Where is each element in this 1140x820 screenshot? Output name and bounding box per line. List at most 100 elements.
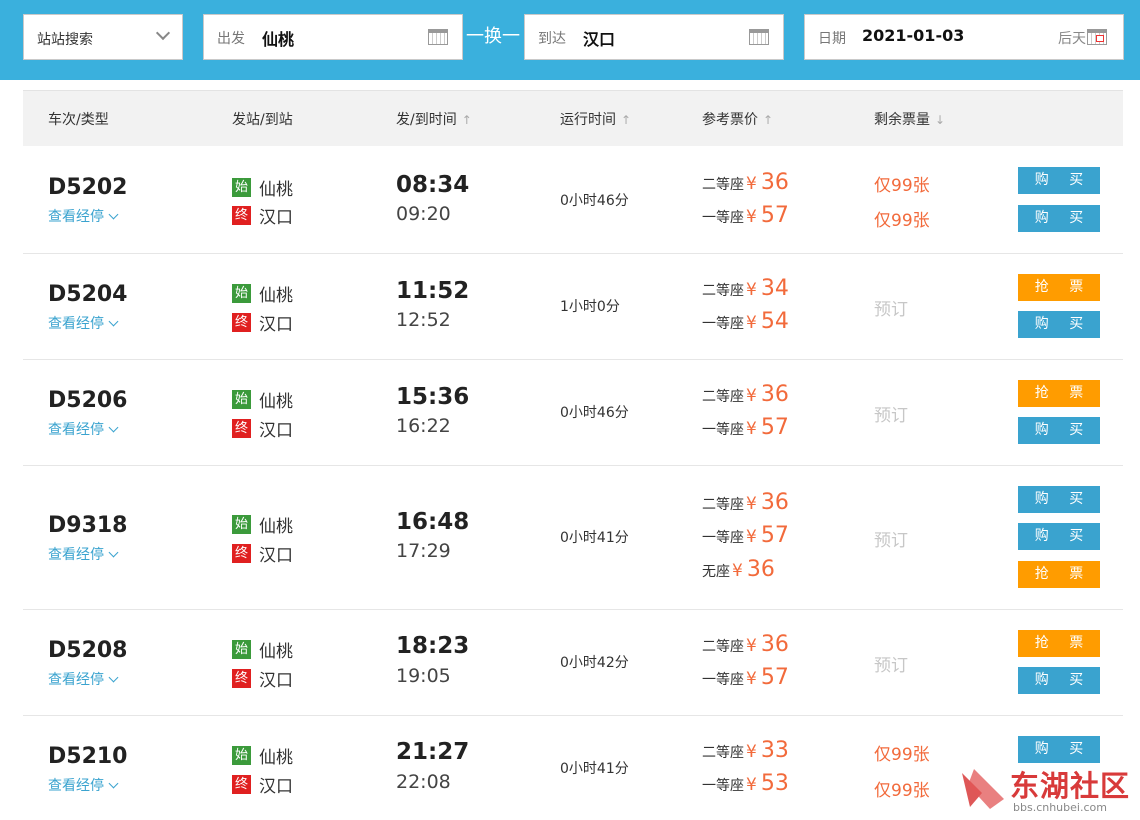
- buy-button[interactable]: 购 买: [1018, 736, 1100, 763]
- view-stops-link[interactable]: 查看经停: [48, 669, 119, 689]
- calendar-icon[interactable]: [1087, 29, 1107, 45]
- seat-price: 二等座 ¥34: [702, 276, 789, 301]
- departure-station: 始仙桃: [232, 175, 293, 200]
- view-stops-link[interactable]: 查看经停: [48, 206, 119, 226]
- departure-field[interactable]: 出发 仙桃: [203, 14, 463, 60]
- date-label: 日期: [818, 31, 846, 47]
- buy-button[interactable]: 购 买: [1018, 417, 1100, 444]
- date-relative-label: 后天: [1058, 31, 1086, 47]
- grab-ticket-button[interactable]: 抢 票: [1018, 561, 1100, 588]
- start-tag: 始: [232, 746, 251, 765]
- table-row: D5204 查看经停 始仙桃 终汉口 11:52 12:52 1小时0分 二等座…: [23, 254, 1123, 360]
- watermark-url: bbs.cnhubei.com: [1013, 801, 1107, 814]
- seat-price: 二等座 ¥36: [702, 490, 789, 515]
- date-field[interactable]: 日期 2021-01-03 后天: [804, 14, 1124, 60]
- train-number: D9318: [48, 513, 128, 538]
- departure-time: 15:36: [396, 384, 470, 410]
- watermark-text: 东湖社区: [1010, 769, 1131, 803]
- train-number: D5210: [48, 744, 128, 769]
- reserve-status: 预订: [874, 300, 908, 320]
- remaining-tickets: 仅99张: [874, 745, 930, 765]
- departure-label: 出发: [217, 31, 245, 47]
- buy-button[interactable]: 购 买: [1018, 667, 1100, 694]
- arrival-time: 22:08: [396, 771, 451, 793]
- arrival-station: 终汉口: [232, 416, 293, 441]
- arrival-station: 终汉口: [232, 772, 293, 797]
- chevron-down-icon: [108, 316, 119, 327]
- departure-time: 11:52: [396, 278, 470, 304]
- arrival-station: 终汉口: [232, 666, 293, 691]
- station-list-icon[interactable]: [428, 29, 448, 45]
- swap-stations-button[interactable]: 一换一: [466, 22, 520, 48]
- buy-button[interactable]: 购 买: [1018, 523, 1100, 550]
- seat-price: 无座 ¥36: [702, 557, 775, 582]
- grab-ticket-button[interactable]: 抢 票: [1018, 630, 1100, 657]
- end-tag: 终: [232, 544, 251, 563]
- start-tag: 始: [232, 515, 251, 534]
- seat-price: 二等座 ¥36: [702, 170, 789, 195]
- sort-up-icon: ↑: [621, 113, 632, 127]
- end-tag: 终: [232, 775, 251, 794]
- departure-time: 18:23: [396, 633, 470, 659]
- view-stops-link[interactable]: 查看经停: [48, 544, 119, 564]
- chevron-down-icon: [155, 25, 171, 41]
- departure-value: 仙桃: [262, 30, 295, 49]
- departure-station: 始仙桃: [232, 281, 293, 306]
- departure-time: 08:34: [396, 172, 470, 198]
- arrival-time: 16:22: [396, 415, 451, 437]
- buy-button[interactable]: 购 买: [1018, 167, 1100, 194]
- run-duration: 1小时0分: [560, 299, 620, 315]
- station-search-dropdown[interactable]: 站站搜索: [23, 14, 183, 60]
- view-stops-link[interactable]: 查看经停: [48, 419, 119, 439]
- reserve-status: 预订: [874, 406, 908, 426]
- watermark-logo-icon: [962, 769, 1004, 809]
- chevron-down-icon: [108, 778, 119, 789]
- departure-time: 16:48: [396, 509, 470, 535]
- header-price-sort[interactable]: 参考票价 ↑: [702, 109, 773, 129]
- table-row: D5208 查看经停 始仙桃 终汉口 18:23 19:05 0小时42分 二等…: [23, 610, 1123, 716]
- header-times-sort[interactable]: 发/到时间 ↑: [396, 109, 472, 129]
- departure-station: 始仙桃: [232, 637, 293, 662]
- seat-price: 一等座 ¥53: [702, 771, 789, 796]
- reserve-status: 预订: [874, 531, 908, 551]
- view-stops-link[interactable]: 查看经停: [48, 775, 119, 795]
- seat-price: 一等座 ¥57: [702, 523, 789, 548]
- end-tag: 终: [232, 669, 251, 688]
- seat-price: 一等座 ¥57: [702, 415, 789, 440]
- seat-price: 二等座 ¥36: [702, 382, 789, 407]
- grab-ticket-button[interactable]: 抢 票: [1018, 274, 1100, 301]
- buy-button[interactable]: 购 买: [1018, 205, 1100, 232]
- seat-price: 二等座 ¥33: [702, 738, 789, 763]
- table-row: D5206 查看经停 始仙桃 终汉口 15:36 16:22 0小时46分 二等…: [23, 360, 1123, 466]
- departure-station: 始仙桃: [232, 512, 293, 537]
- buy-button[interactable]: 购 买: [1018, 486, 1100, 513]
- seat-price: 一等座 ¥57: [702, 203, 789, 228]
- remaining-tickets: 仅99张: [874, 781, 930, 801]
- arrival-time: 19:05: [396, 665, 451, 687]
- chevron-down-icon: [108, 672, 119, 683]
- run-duration: 0小时42分: [560, 655, 629, 671]
- run-duration: 0小时41分: [560, 530, 629, 546]
- arrival-time: 12:52: [396, 309, 451, 331]
- table-row: D5202 查看经停 始仙桃 终汉口 08:34 09:20 0小时46分 二等…: [23, 147, 1123, 254]
- chevron-down-icon: [108, 547, 119, 558]
- chevron-down-icon: [108, 422, 119, 433]
- grab-ticket-button[interactable]: 抢 票: [1018, 380, 1100, 407]
- arrival-time: 09:20: [396, 203, 451, 225]
- seat-price: 一等座 ¥57: [702, 665, 789, 690]
- start-tag: 始: [232, 284, 251, 303]
- header-remain-sort[interactable]: 剩余票量 ↓: [874, 109, 945, 129]
- arrival-time: 17:29: [396, 540, 451, 562]
- arrival-field[interactable]: 到达 汉口: [524, 14, 784, 60]
- train-number: D5202: [48, 175, 128, 200]
- run-duration: 0小时46分: [560, 193, 629, 209]
- sort-up-icon: ↑: [461, 113, 472, 127]
- view-stops-link[interactable]: 查看经停: [48, 313, 119, 333]
- seat-price: 一等座 ¥54: [702, 309, 789, 334]
- train-number: D5204: [48, 282, 128, 307]
- station-list-icon[interactable]: [749, 29, 769, 45]
- header-duration-sort[interactable]: 运行时间 ↑: [560, 109, 631, 129]
- end-tag: 终: [232, 313, 251, 332]
- chevron-down-icon: [108, 209, 119, 220]
- buy-button[interactable]: 购 买: [1018, 311, 1100, 338]
